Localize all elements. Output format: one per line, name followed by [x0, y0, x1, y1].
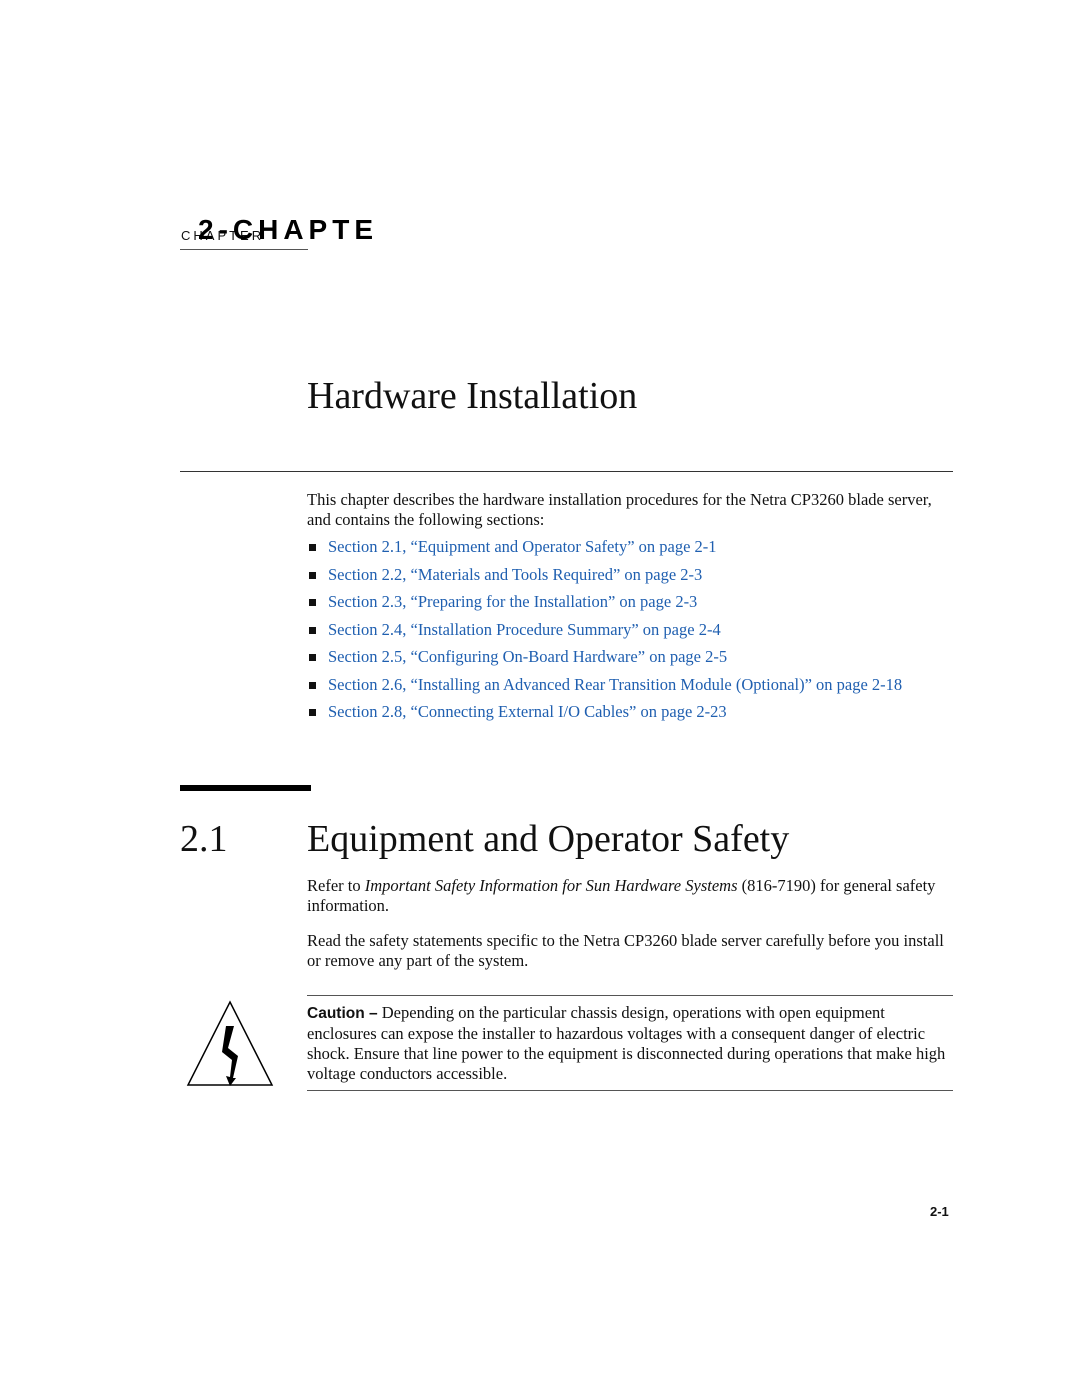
list-item: Section 2.2, “Materials and Tools Requir… — [307, 565, 957, 585]
caution-note: Caution – Depending on the particular ch… — [307, 1003, 947, 1084]
bullet-icon — [309, 599, 316, 606]
electrical-hazard-icon — [186, 1000, 274, 1086]
caution-body: Depending on the particular chassis desi… — [307, 1003, 946, 1083]
section-link[interactable]: Section 2.5, “Configuring On-Board Hardw… — [328, 647, 727, 666]
intro-paragraph: This chapter describes the hardware inst… — [307, 490, 932, 529]
caution-label: Caution – — [307, 1005, 378, 1022]
chapter-title: Hardware Installation — [307, 375, 638, 417]
safety-statements-paragraph: Read the safety statements specific to t… — [307, 931, 944, 970]
p1-prefix: Refer to — [307, 876, 365, 895]
section-link[interactable]: Section 2.4, “Installation Procedure Sum… — [328, 620, 721, 639]
bullet-icon — [309, 709, 316, 716]
list-item: Section 2.3, “Preparing for the Installa… — [307, 592, 957, 612]
chapter-underline — [180, 249, 308, 250]
bullet-icon — [309, 571, 316, 579]
document-title: Important Safety Information for Sun Har… — [364, 876, 738, 895]
list-item: Section 2.6, “Installing an Advanced Rea… — [307, 675, 957, 695]
section-link[interactable]: Section 2.2, “Materials and Tools Requir… — [328, 565, 702, 584]
section-number: 2.1 — [180, 818, 228, 860]
section-title: Equipment and Operator Safety — [307, 818, 790, 860]
safety-reference-paragraph: Refer to Important Safety Information fo… — [307, 876, 957, 916]
section-list: Section 2.1, “Equipment and Operator Saf… — [307, 537, 957, 730]
list-item: Section 2.1, “Equipment and Operator Saf… — [307, 537, 957, 557]
bullet-icon — [309, 681, 316, 689]
section-bar — [180, 785, 311, 791]
section-link[interactable]: Section 2.8, “Connecting External I/O Ca… — [328, 702, 727, 721]
bullet-icon — [309, 626, 316, 634]
title-rule — [180, 471, 953, 472]
caution-rule-bottom — [307, 1090, 953, 1091]
bullet-icon — [309, 654, 316, 661]
section-link[interactable]: Section 2.6, “Installing an Advanced Rea… — [328, 675, 902, 694]
bullet-icon — [309, 544, 316, 551]
list-item: Section 2.4, “Installation Procedure Sum… — [307, 620, 957, 640]
list-item: Section 2.8, “Connecting External I/O Ca… — [307, 702, 957, 722]
section-link[interactable]: Section 2.3, “Preparing for the Installa… — [328, 592, 697, 611]
list-item: Section 2.5, “Configuring On-Board Hardw… — [307, 647, 957, 667]
caution-rule-top — [307, 995, 953, 996]
page-number: 2-1 — [930, 1204, 949, 1219]
chapter-label-big: 2-CHAPTE — [198, 214, 379, 245]
section-link[interactable]: Section 2.1, “Equipment and Operator Saf… — [328, 537, 717, 556]
